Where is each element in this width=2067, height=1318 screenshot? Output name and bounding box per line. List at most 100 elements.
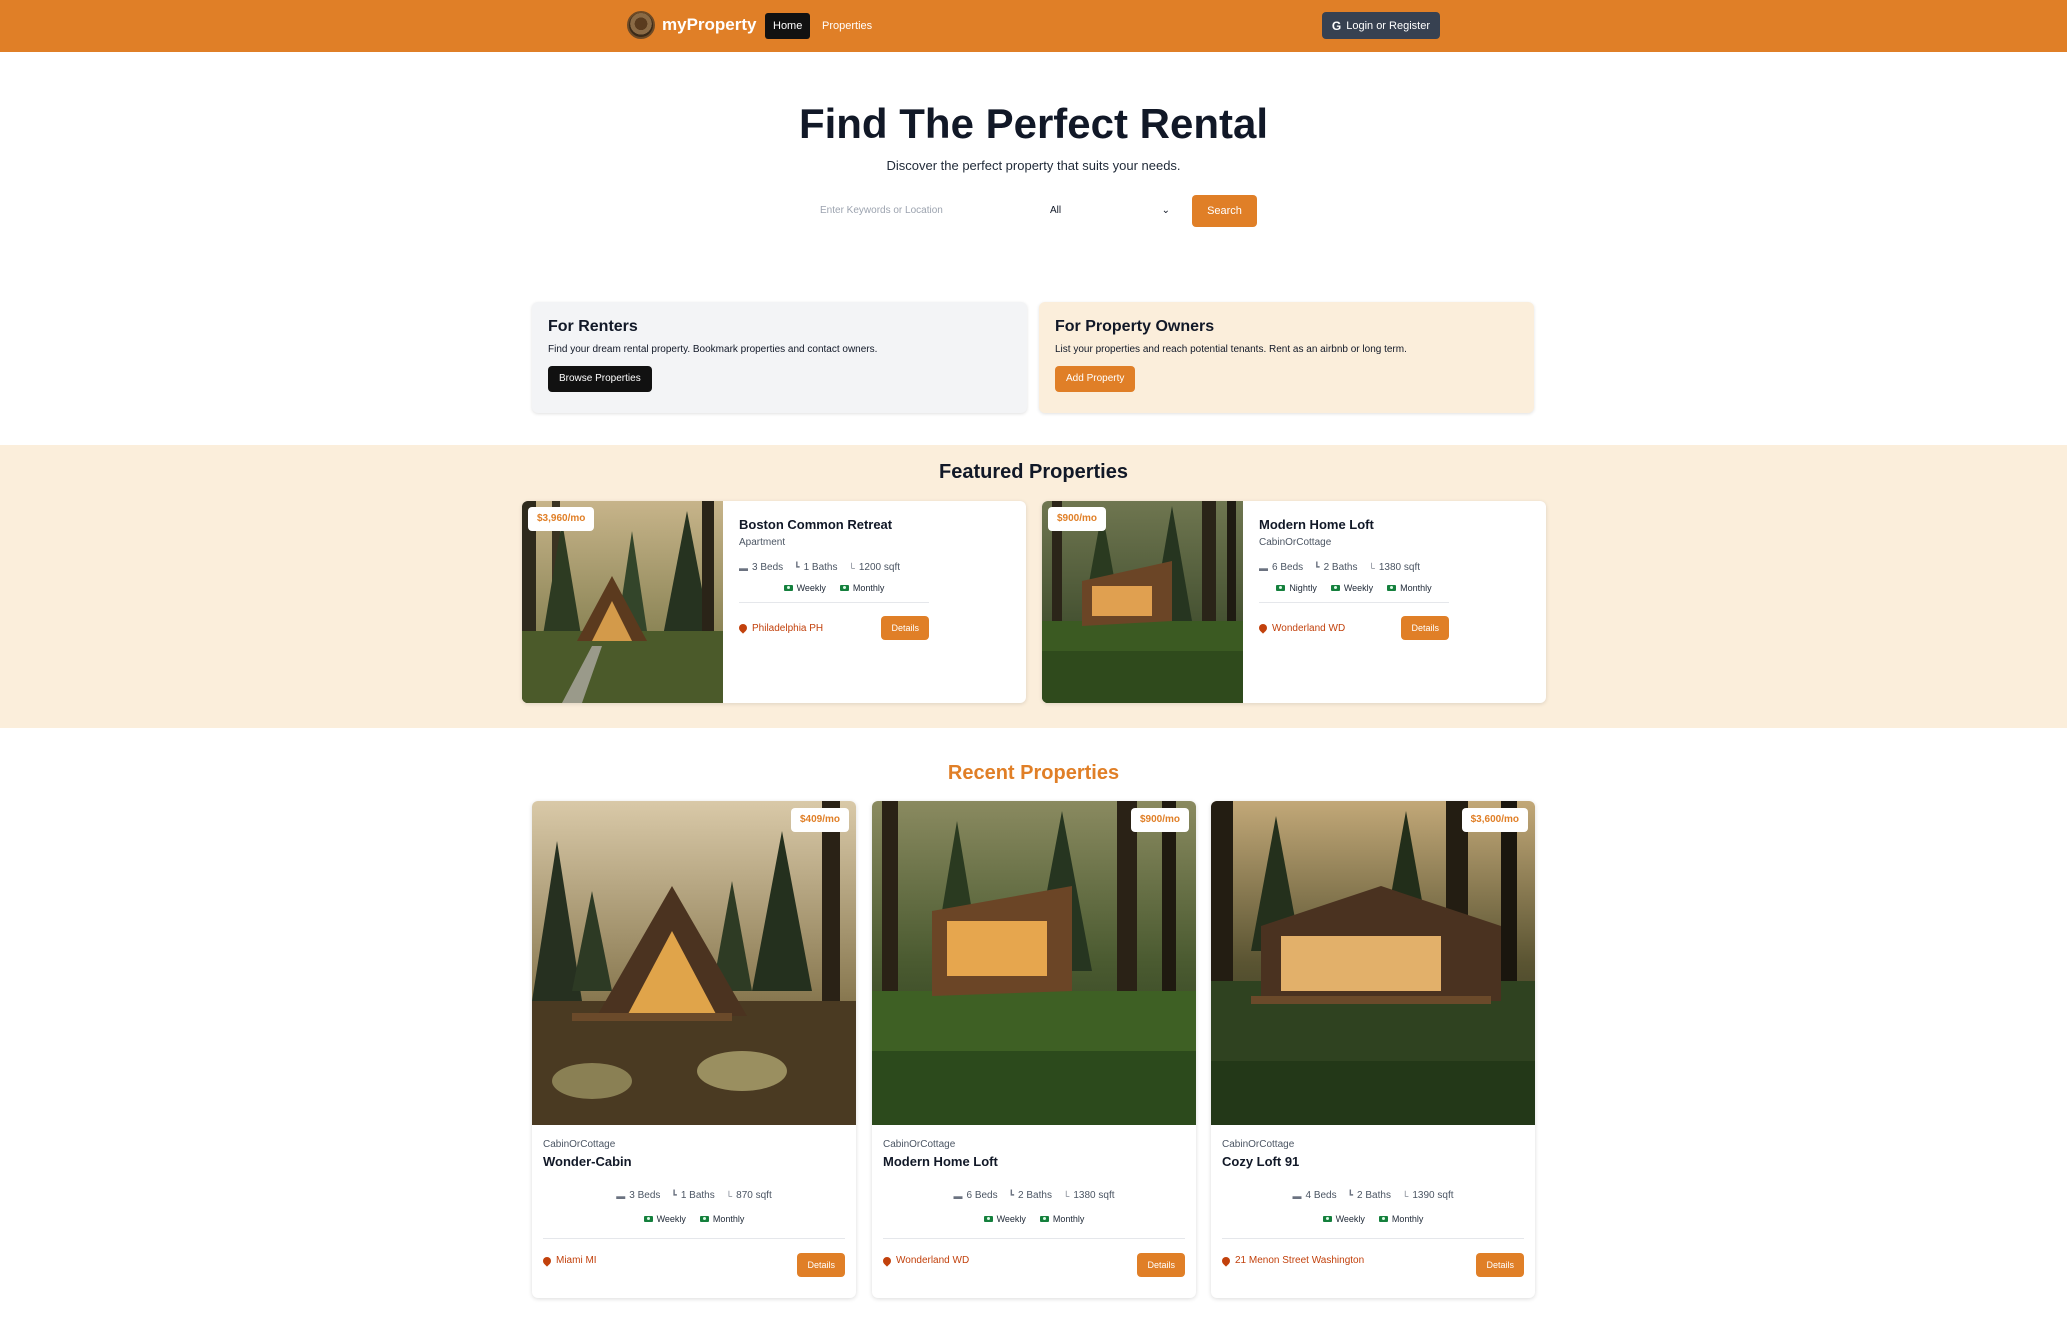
rate-label: Weekly	[656, 1214, 686, 1224]
recent-card[interactable]: $900/mo CabinOrCottage Modern Home Loft …	[872, 801, 1196, 1298]
recent-card[interactable]: $409/mo CabinOrCottage Wonder-Cabin ▬ 3 B…	[532, 801, 856, 1298]
money-icon	[983, 1216, 993, 1222]
search-button[interactable]: Search	[1192, 195, 1257, 227]
sqft-info: └ 1390 sqft	[1402, 1190, 1454, 1201]
nav-link-properties[interactable]: Properties	[814, 13, 880, 39]
rate-options: Weekly Monthly	[1211, 1214, 1535, 1224]
baths-value: 2 Baths	[1018, 1190, 1052, 1201]
money-icon	[1276, 585, 1286, 591]
location: Wonderland WD	[881, 1254, 970, 1267]
baths-value: 1 Baths	[680, 1190, 715, 1201]
details-button[interactable]: Details	[797, 1253, 845, 1277]
money-icon	[1322, 1216, 1332, 1222]
map-pin-icon	[737, 622, 749, 634]
property-image	[872, 801, 1196, 1125]
add-property-button[interactable]: Add Property	[1055, 366, 1136, 392]
baths-info: ┗ 1 Baths	[794, 562, 837, 573]
location: Philadelphia PH	[737, 622, 824, 634]
property-image	[1042, 501, 1243, 703]
money-icon	[643, 1216, 653, 1222]
card-divider	[1222, 1238, 1524, 1239]
featured-card[interactable]: $3,960/mo Boston Common Retreat Apartmen…	[522, 501, 1026, 703]
bed-icon: ▬	[1259, 562, 1268, 573]
beds-info: ▬ 3 Beds	[739, 562, 783, 573]
baths-value: 1 Baths	[803, 562, 838, 573]
location-text: Philadelphia PH	[752, 622, 824, 634]
rate-monthly: Monthly	[1387, 583, 1432, 593]
rate-weekly: Weekly	[643, 1214, 686, 1224]
brand-link[interactable]: myProperty	[627, 11, 756, 39]
baths-value: 2 Baths	[1323, 562, 1358, 573]
map-pin-icon	[1257, 622, 1269, 634]
property-meta: ▬ 3 Beds ┗ 1 Baths └ 1200 sqft	[739, 562, 929, 573]
price-badge: $900/mo	[1130, 808, 1189, 832]
details-button[interactable]: Details	[881, 616, 929, 640]
nav-link-home[interactable]: Home	[765, 13, 811, 39]
property-image	[522, 501, 723, 703]
featured-card[interactable]: $900/mo Modern Home Loft CabinOrCottage …	[1042, 501, 1546, 703]
navbar-inner: myProperty Home Properties G Login or Re…	[627, 0, 1440, 52]
rate-label: Weekly	[1335, 1214, 1365, 1224]
beds-value: 6 Beds	[966, 1190, 998, 1201]
login-register-button[interactable]: G Login or Register	[1321, 12, 1440, 39]
money-icon	[1378, 1216, 1388, 1222]
bath-icon: ┗	[671, 1190, 677, 1200]
location: 21 Menon Street Washington	[1220, 1254, 1365, 1267]
sqft-info: └ 1380 sqft	[1368, 562, 1420, 573]
hero-subtitle: Discover the perfect property that suits…	[886, 158, 1181, 173]
rate-weekly: Weekly	[783, 583, 826, 593]
rate-monthly: Monthly	[1378, 1214, 1424, 1224]
card-divider	[739, 602, 929, 603]
for-renters-title: For Renters	[548, 318, 638, 335]
rate-weekly: Weekly	[983, 1214, 1026, 1224]
bed-icon: ▬	[1292, 1190, 1302, 1201]
for-owners-text: List your properties and reach potential…	[1055, 344, 1407, 355]
location-text: 21 Menon Street Washington	[1235, 1255, 1365, 1266]
beds-value: 6 Beds	[1272, 562, 1304, 573]
search-input[interactable]	[812, 195, 1040, 225]
rate-monthly: Monthly	[1039, 1214, 1085, 1224]
beds-info: ▬ 6 Beds	[1259, 562, 1303, 573]
rate-options: Weekly Monthly	[872, 1214, 1196, 1224]
ruler-icon: └	[1368, 562, 1375, 573]
card-footer: Wonderland WD Details	[1257, 616, 1449, 640]
sqft-info: └ 1380 sqft	[1063, 1190, 1115, 1201]
property-meta: ▬ 4 Beds ┗ 2 Baths └ 1390 sqft	[1211, 1190, 1535, 1201]
rate-label: Monthly	[1391, 1214, 1424, 1224]
browse-properties-button[interactable]: Browse Properties	[548, 366, 652, 392]
rate-weekly: Weekly	[1330, 583, 1373, 593]
property-name: Cozy Loft 91	[1222, 1154, 1300, 1169]
rate-label: Nightly	[1289, 583, 1317, 593]
property-type: CabinOrCottage	[883, 1139, 956, 1150]
rate-label: Monthly	[1052, 1214, 1085, 1224]
beds-value: 3 Beds	[629, 1190, 661, 1201]
property-name: Modern Home Loft	[1259, 517, 1374, 532]
baths-value: 2 Baths	[1357, 1190, 1391, 1201]
details-button[interactable]: Details	[1401, 616, 1449, 640]
brand-logo	[627, 11, 655, 39]
location-text: Wonderland WD	[896, 1255, 970, 1266]
sqft-info: └ 870 sqft	[726, 1190, 772, 1201]
property-type: CabinOrCottage	[543, 1139, 616, 1150]
sqft-value: 870 sqft	[736, 1190, 772, 1201]
beds-value: 3 Beds	[752, 562, 784, 573]
rate-nightly: Nightly	[1276, 583, 1317, 593]
rate-monthly: Monthly	[839, 583, 885, 593]
property-type-select[interactable]: All ⌄	[1040, 195, 1180, 225]
map-pin-icon	[1220, 1254, 1232, 1267]
sqft-value: 1380 sqft	[1073, 1190, 1115, 1201]
rate-label: Monthly	[852, 583, 885, 593]
rate-label: Monthly	[1400, 583, 1432, 593]
location-text: Wonderland WD	[1272, 622, 1346, 634]
property-image	[532, 801, 856, 1125]
rate-weekly: Weekly	[1322, 1214, 1365, 1224]
card-divider	[883, 1238, 1185, 1239]
sqft-value: 1200 sqft	[858, 562, 901, 573]
location: Wonderland WD	[1257, 622, 1346, 634]
details-button[interactable]: Details	[1137, 1253, 1185, 1277]
details-button[interactable]: Details	[1476, 1253, 1524, 1277]
money-icon	[1039, 1216, 1049, 1222]
price-badge: $900/mo	[1048, 507, 1107, 531]
map-pin-icon	[541, 1254, 553, 1267]
recent-card[interactable]: $3,600/mo CabinOrCottage Cozy Loft 91 ▬ 4…	[1211, 801, 1535, 1298]
